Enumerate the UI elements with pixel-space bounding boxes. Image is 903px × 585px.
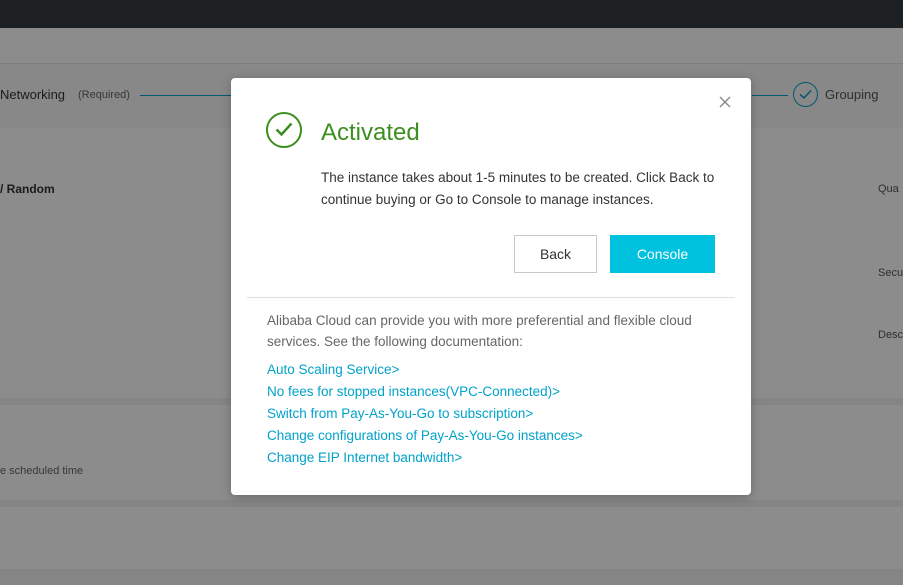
promo-text: Alibaba Cloud can provide you with more … (267, 313, 692, 349)
dialog-title: Activated (321, 119, 420, 146)
close-icon[interactable] (717, 94, 733, 110)
doc-link-stopped-instances[interactable]: No fees for stopped instances(VPC-Connec… (267, 381, 727, 403)
check-circle-icon (266, 112, 302, 148)
dialog-divider (247, 297, 735, 298)
doc-link-auto-scaling[interactable]: Auto Scaling Service> (267, 359, 727, 381)
doc-link-change-configurations[interactable]: Change configurations of Pay-As-You-Go i… (267, 425, 727, 447)
console-button[interactable]: Console (610, 235, 715, 273)
back-button[interactable]: Back (514, 235, 597, 273)
activation-dialog: Activated The instance takes about 1-5 m… (231, 78, 751, 495)
dialog-message: The instance takes about 1-5 minutes to … (321, 170, 715, 207)
documentation-links: Auto Scaling Service> No fees for stoppe… (267, 359, 727, 469)
doc-link-eip-bandwidth[interactable]: Change EIP Internet bandwidth> (267, 447, 727, 469)
doc-link-switch-subscription[interactable]: Switch from Pay-As-You-Go to subscriptio… (267, 403, 727, 425)
